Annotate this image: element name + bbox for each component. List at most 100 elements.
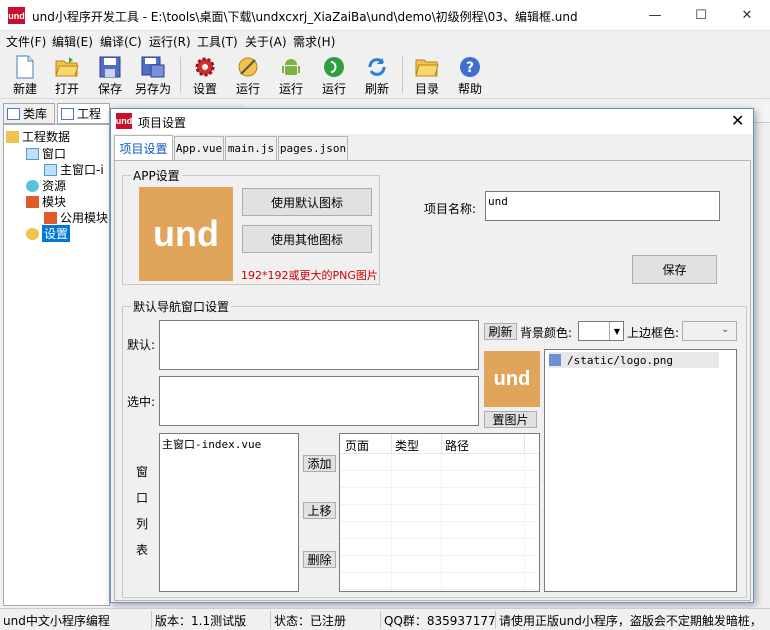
open-button[interactable]: 打开 xyxy=(45,53,89,97)
tab-main-js[interactable]: main.js xyxy=(225,136,277,160)
directory-button[interactable]: 目录 xyxy=(405,53,449,97)
refresh-icon xyxy=(365,55,389,79)
menu-about[interactable]: 关于(A) xyxy=(245,33,287,50)
column-page: 页面 xyxy=(345,439,370,453)
settings-button[interactable]: 设置 xyxy=(183,53,227,97)
menu-file[interactable]: 文件(F) xyxy=(6,33,46,50)
status-registration: 状态：已注册 xyxy=(271,611,381,629)
table-header: 页面 类型 路径 xyxy=(340,434,539,454)
tab-pages-json[interactable]: pages.json xyxy=(278,136,348,160)
table-grid xyxy=(340,454,539,591)
tree-node-common-module[interactable]: 公用模块 xyxy=(44,209,108,226)
run-button-browser[interactable]: 运行 xyxy=(312,53,356,97)
chevron-down-icon: ⌄ xyxy=(721,324,730,335)
help-button[interactable]: ? 帮助 xyxy=(448,53,492,97)
run-pen-icon xyxy=(236,55,260,79)
status-version: 版本：1.1测试版 xyxy=(152,611,271,629)
use-other-icon-button[interactable]: 使用其他图标 xyxy=(242,225,372,253)
tab-panel: APP设置 und 使用默认图标 使用其他图标 192*192或更大的PNG图片… xyxy=(114,160,751,601)
dialog-title: 项目设置 xyxy=(138,116,187,130)
dialog-logo-icon: und xyxy=(116,113,132,129)
menu-compile[interactable]: 编译(C) xyxy=(100,33,142,50)
app-logo-icon: und xyxy=(8,7,25,24)
tree-node-windows[interactable]: 窗口 xyxy=(26,145,66,162)
folder-icon xyxy=(6,130,19,143)
selected-text-input[interactable] xyxy=(159,376,479,426)
column-path: 路径 xyxy=(445,439,470,453)
tab-project[interactable]: 工程 xyxy=(57,103,110,124)
new-button[interactable]: 新建 xyxy=(3,53,47,97)
dialog-title-bar: und 项目设置 ✕ xyxy=(111,109,753,134)
android-icon xyxy=(279,55,303,79)
gear-icon xyxy=(193,55,217,79)
dialog-close-button[interactable]: ✕ xyxy=(731,111,744,130)
status-bar: und中文小程序编程 版本：1.1测试版 状态：已注册 QQ群：83593717… xyxy=(0,608,770,630)
save-as-icon xyxy=(141,55,165,79)
column-divider xyxy=(391,434,392,454)
tab-class-library[interactable]: 类库 xyxy=(3,103,55,124)
top-border-color-label: 上边框色: xyxy=(627,326,680,340)
refresh-button[interactable]: 刷新 xyxy=(484,323,517,340)
menu-tools[interactable]: 工具(T) xyxy=(197,33,238,50)
save-button[interactable]: 保存 xyxy=(88,53,132,97)
bg-color-label: 背景颜色: xyxy=(520,326,573,340)
window-list[interactable]: 主窗口-index.vue xyxy=(159,433,299,592)
tab-project-settings[interactable]: 项目设置 xyxy=(114,135,173,161)
tree-node-main-window[interactable]: 主窗口-i xyxy=(44,161,104,178)
module-icon xyxy=(26,195,39,208)
left-panel-tabs: 类库 工程 xyxy=(3,103,110,124)
selected-label: 选中: xyxy=(127,395,156,409)
list-item[interactable]: /static/logo.png xyxy=(549,352,719,368)
chevron-down-icon: ▼ xyxy=(609,322,624,340)
bg-color-select[interactable]: ▼ xyxy=(578,321,624,341)
page-table[interactable]: 页面 类型 路径 xyxy=(339,433,540,592)
project-tree: 工程数据 窗口 主窗口-i 资源 模块 公用模块 设置 xyxy=(3,124,110,606)
maximize-button[interactable]: ☐ xyxy=(678,0,724,31)
default-text-input[interactable] xyxy=(159,320,479,370)
list-item[interactable]: 主窗口-index.vue xyxy=(162,436,261,452)
menu-request[interactable]: 需求(H) xyxy=(293,33,335,50)
window-list-label: 窗 口 列 表 xyxy=(136,465,149,557)
green-run-icon xyxy=(322,55,346,79)
set-image-button[interactable]: 置图片 xyxy=(484,411,537,428)
save-button[interactable]: 保存 xyxy=(632,255,717,284)
icon-size-hint: 192*192或更大的PNG图片 xyxy=(241,269,378,282)
app-logo-preview: und xyxy=(139,187,233,281)
grid-icon xyxy=(61,107,74,120)
close-button[interactable]: ✕ xyxy=(724,0,770,31)
use-default-icon-button[interactable]: 使用默认图标 xyxy=(242,188,372,216)
run-button-1[interactable]: 运行 xyxy=(226,53,270,97)
resource-icon xyxy=(26,179,39,192)
new-file-icon xyxy=(13,55,37,79)
tree-node-project[interactable]: 工程数据 xyxy=(6,128,70,145)
tab-app-vue[interactable]: App.vue xyxy=(174,136,224,160)
add-button[interactable]: 添加 xyxy=(303,455,336,472)
status-qq-group: QQ群：835937177 xyxy=(381,611,496,629)
toolbar-separator xyxy=(180,57,181,93)
run-button-android[interactable]: 运行 xyxy=(269,53,313,97)
tree-node-resources[interactable]: 资源 xyxy=(26,177,66,194)
image-list[interactable]: /static/logo.png xyxy=(544,349,737,592)
title-bar: und und小程序开发工具 - E:\tools\桌面\下载\undxcxrj… xyxy=(0,0,770,31)
project-name-input[interactable]: und xyxy=(485,191,720,221)
project-settings-dialog: und 项目设置 ✕ 项目设置 App.vue main.js pages.js… xyxy=(110,108,754,603)
minimize-button[interactable]: — xyxy=(632,0,678,31)
window-icon xyxy=(44,163,57,176)
status-app-name: und中文小程序编程 xyxy=(0,611,152,629)
status-notice: 请使用正版und小程序，盗版会不定期触发暗桩， xyxy=(499,614,762,628)
grid-icon xyxy=(7,107,20,120)
save-as-button[interactable]: 另存为 xyxy=(131,53,175,97)
menu-edit[interactable]: 编辑(E) xyxy=(52,33,93,50)
delete-button[interactable]: 删除 xyxy=(303,551,336,568)
folder-icon xyxy=(415,55,439,79)
folder-open-icon xyxy=(55,55,79,79)
tree-node-settings[interactable]: 设置 xyxy=(26,225,71,242)
project-name-label: 项目名称: xyxy=(424,202,477,216)
menu-run[interactable]: 运行(R) xyxy=(149,33,191,50)
tree-node-modules[interactable]: 模块 xyxy=(26,193,66,210)
top-border-color-select[interactable]: ⌄ xyxy=(682,321,737,341)
column-divider xyxy=(524,434,525,454)
move-up-button[interactable]: 上移 xyxy=(303,502,336,519)
refresh-button[interactable]: 刷新 xyxy=(355,53,399,97)
column-divider xyxy=(391,454,392,591)
